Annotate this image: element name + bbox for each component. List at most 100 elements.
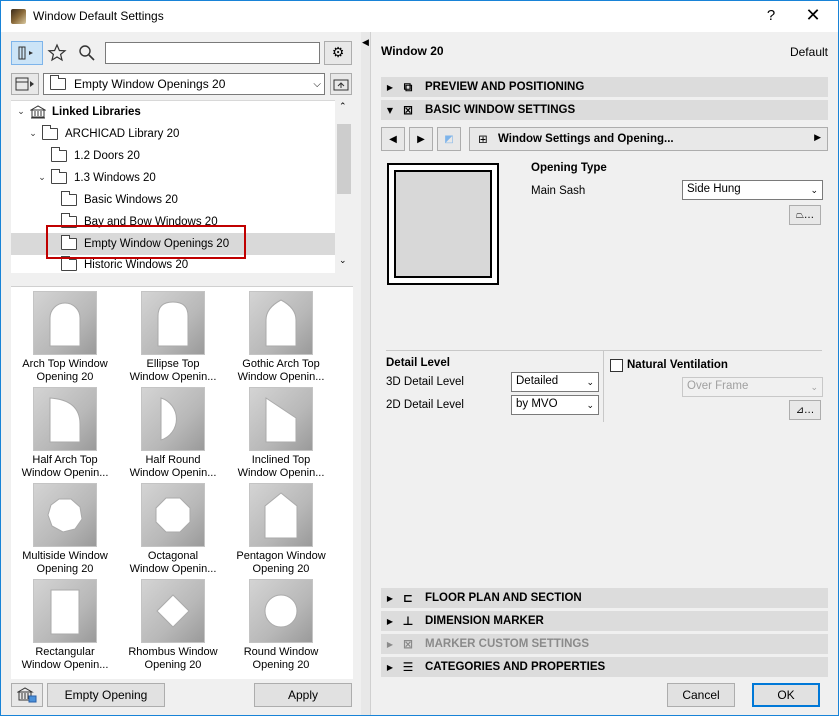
octagon-window-icon — [155, 497, 191, 533]
library-manager-button[interactable] — [11, 683, 43, 707]
floor-plan-icon: ⊏ — [402, 591, 414, 605]
folder-up-icon — [333, 79, 349, 91]
tree-item-windows[interactable]: ⌄ 1.3 Windows 20 — [36, 167, 335, 189]
chevron-down-icon: ⌄ — [586, 378, 594, 388]
tree-item-label: ARCHICAD Library 20 — [65, 128, 180, 140]
ventilation-options-button[interactable]: ⊿… — [789, 400, 821, 420]
section-marker-custom-settings[interactable]: ▶ ⊠ MARKER CUSTOM SETTINGS — [381, 634, 828, 654]
tree-item-linked-libraries[interactable]: ⌄ Linked Libraries — [15, 101, 335, 123]
section-dimension-marker[interactable]: ▶ ⊥ DIMENSION MARKER — [381, 611, 828, 631]
tree-item-basic-windows[interactable]: Basic Windows 20 — [61, 189, 335, 211]
gallery-thumbnail — [33, 387, 97, 451]
section-floor-plan[interactable]: ▶ ⊏ FLOOR PLAN AND SECTION — [381, 588, 828, 608]
detail-level-heading: Detail Level — [386, 357, 450, 369]
tree-item-label: 1.2 Doors 20 — [74, 150, 140, 162]
main-sash-label: Main Sash — [531, 185, 586, 197]
gallery-item-label: Multiside Window Opening 20 — [22, 550, 108, 575]
gallery-item[interactable]: Ellipse Top Window Openin... — [119, 287, 227, 383]
tree-item-doors[interactable]: 1.2 Doors 20 — [51, 145, 335, 167]
section-preview-positioning[interactable]: ▶ ⧉ PREVIEW AND POSITIONING — [381, 77, 828, 97]
gallery-item[interactable]: Inclined Top Window Openin... — [227, 383, 335, 479]
half-round-window-icon — [160, 397, 177, 441]
gallery-item[interactable]: Arch Top Window Opening 20 — [11, 287, 119, 383]
panel-select-label: Window Settings and Opening... — [498, 133, 674, 145]
cancel-button[interactable]: Cancel — [667, 683, 735, 707]
window-object-icon — [18, 46, 33, 60]
gallery-item[interactable]: Rectangular Window Openin... — [11, 575, 119, 671]
panel-select-dropdown[interactable]: ⊞ Window Settings and Opening... ▶ — [469, 127, 828, 151]
object-gallery: Arch Top Window Opening 20 Ellipse Top W… — [11, 286, 353, 679]
gallery-item-label: Gothic Arch Top Window Openin... — [237, 358, 325, 383]
search-icon[interactable] — [77, 43, 99, 65]
help-button[interactable]: ? — [763, 7, 779, 24]
tree-item-label: Basic Windows 20 — [84, 194, 178, 206]
archicad-app-icon — [11, 9, 26, 24]
gallery-item[interactable]: Gothic Arch Top Window Openin... — [227, 287, 335, 383]
next-panel-button[interactable]: ▶ — [409, 127, 433, 151]
half-arch-window-icon — [49, 397, 81, 443]
chevron-down-icon: ⌄ — [586, 401, 594, 411]
expand-arrow-icon: ▶ — [386, 639, 394, 649]
gallery-item[interactable]: Half Arch Top Window Openin... — [11, 383, 119, 479]
expand-arrow-icon: ▶ — [386, 82, 394, 92]
folder-up-button[interactable] — [330, 73, 352, 95]
arch-window-icon — [49, 302, 81, 347]
marker-settings-icon: ⊠ — [402, 637, 414, 651]
list-view-icon — [15, 77, 34, 91]
dimension-marker-icon: ⊥ — [402, 614, 414, 628]
settings-gear-button[interactable]: ⚙ — [324, 41, 352, 65]
arrow-left-icon: ◀ — [389, 133, 397, 145]
chevron-down-icon[interactable]: ⌄ — [339, 256, 347, 266]
favorites-star-icon[interactable] — [47, 43, 69, 65]
gallery-item[interactable]: Rhombus Window Opening 20 — [119, 575, 227, 671]
gallery-item[interactable]: Pentagon Window Opening 20 — [227, 479, 335, 575]
gallery-item[interactable]: Half Round Window Openin... — [119, 383, 227, 479]
gallery-thumbnail — [249, 387, 313, 451]
section-categories-properties[interactable]: ▶ ☰ CATEGORIES AND PROPERTIES — [381, 657, 828, 677]
close-button[interactable]: ✕ — [803, 5, 823, 26]
natural-ventilation-label: Natural Ventilation — [627, 359, 728, 371]
library-path-dropdown[interactable]: Empty Window Openings 20 ⌵ — [43, 73, 325, 95]
gallery-thumbnail — [33, 483, 97, 547]
sash-options-button[interactable]: ⏢… — [789, 205, 821, 225]
natural-ventilation-checkbox[interactable] — [610, 359, 623, 372]
selected-object-button[interactable]: Empty Opening — [47, 683, 165, 707]
over-frame-dropdown[interactable]: Over Frame ⌄ — [682, 377, 823, 397]
library-building-icon — [17, 687, 37, 703]
ok-button[interactable]: OK — [752, 683, 820, 707]
tree-item-archicad-library[interactable]: ⌄ ARCHICAD Library 20 — [27, 123, 335, 145]
gallery-item[interactable]: Octagonal Window Openin... — [119, 479, 227, 575]
scrollbar-thumb[interactable] — [337, 124, 351, 194]
gallery-item-label: Pentagon Window Opening 20 — [236, 550, 326, 575]
chevron-down-icon: ⌄ — [810, 383, 818, 393]
gallery-item[interactable]: Round Window Opening 20 — [227, 575, 335, 671]
gallery-item[interactable]: Multiside Window Opening 20 — [11, 479, 119, 575]
folder-icon — [51, 169, 67, 184]
apply-button[interactable]: Apply — [254, 683, 352, 707]
panel-splitter[interactable]: ◀ — [361, 32, 371, 715]
detail-2d-dropdown[interactable]: by MVO ⌄ — [511, 395, 599, 415]
collapse-left-icon[interactable]: ◀ — [362, 38, 369, 48]
view-mode-button[interactable] — [11, 73, 39, 95]
title-bar: Window Default Settings ? ✕ — [1, 1, 838, 32]
section-basic-window-settings[interactable]: ▼ ⊠ BASIC WINDOW SETTINGS — [381, 100, 828, 120]
dialog-window: Window Default Settings ? ✕ ⚙ Empty Wind… — [0, 0, 839, 716]
arrow-right-icon: ▶ — [814, 133, 821, 143]
over-frame-value: Over Frame — [687, 380, 749, 392]
detail-3d-dropdown[interactable]: Detailed ⌄ — [511, 372, 599, 392]
gallery-thumbnail — [33, 579, 97, 643]
gallery-item-label: Half Round Window Openin... — [129, 454, 217, 479]
divider — [603, 350, 604, 422]
previous-panel-button[interactable]: ◀ — [381, 127, 405, 151]
search-input[interactable] — [105, 42, 320, 64]
tree-scrollbar[interactable]: ⌃ ⌄ — [335, 100, 353, 273]
gallery-thumbnail — [141, 483, 205, 547]
panel-options-button[interactable]: ◩ — [437, 127, 461, 151]
main-sash-dropdown[interactable]: Side Hung ⌄ — [682, 180, 823, 200]
expand-arrow-icon: ▶ — [386, 616, 394, 626]
chevron-up-icon[interactable]: ⌃ — [339, 102, 347, 112]
window-settings-icon: ⊠ — [402, 103, 414, 117]
gallery-item-label: Half Arch Top Window Openin... — [21, 454, 109, 479]
section-label: MARKER CUSTOM SETTINGS — [425, 638, 589, 650]
object-type-button[interactable] — [11, 41, 43, 65]
